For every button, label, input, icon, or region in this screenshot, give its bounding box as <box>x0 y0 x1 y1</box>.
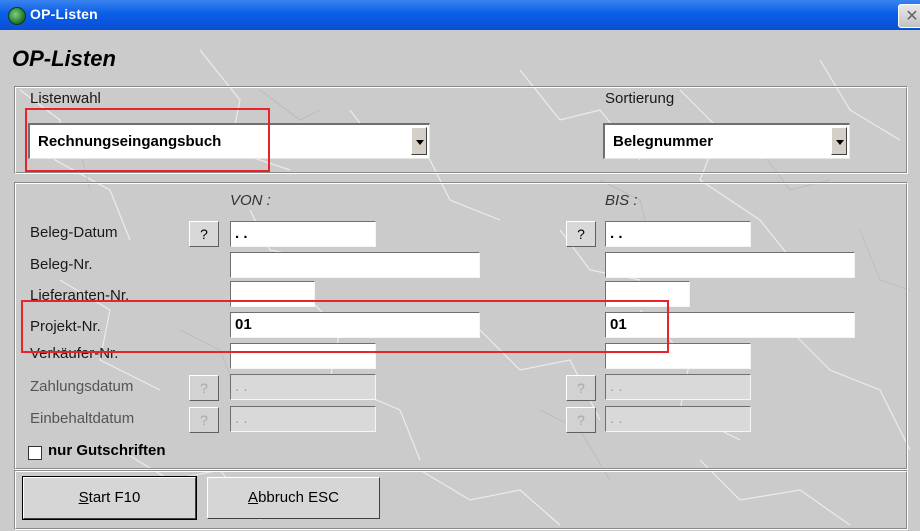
beleg-nr-bis-input[interactable] <box>605 252 855 278</box>
zahlungsdatum-von-input[interactable]: . . <box>230 374 376 400</box>
projekt-nr-bis-input[interactable]: 01 <box>605 312 855 338</box>
lieferanten-nr-von-input[interactable] <box>230 281 315 307</box>
sortierung-label: Sortierung <box>605 90 675 107</box>
verkaeufer-nr-label: Verkäufer-Nr. <box>30 345 119 362</box>
listenwahl-label: Listenwahl <box>30 90 101 107</box>
einbehaltdatum-label: Einbehaltdatum <box>30 410 135 427</box>
projekt-nr-von-input[interactable]: 01 <box>230 312 480 338</box>
beleg-datum-bis-help-button[interactable]: ? <box>566 221 596 247</box>
beleg-nr-von-input[interactable] <box>230 252 480 278</box>
close-icon[interactable]: ✕ <box>898 4 920 28</box>
verkaeufer-nr-bis-input[interactable] <box>605 343 751 369</box>
lieferanten-nr-bis-input[interactable] <box>605 281 690 307</box>
projekt-nr-label: Projekt-Nr. <box>30 318 101 335</box>
app-globe-icon <box>8 7 26 25</box>
chevron-down-icon[interactable] <box>411 127 427 155</box>
bis-header: BIS : <box>605 192 638 209</box>
von-header: VON : <box>230 192 271 209</box>
chevron-down-icon[interactable] <box>831 127 847 155</box>
abbruch-button[interactable]: Abbruch ESC <box>207 477 380 519</box>
zahlungsdatum-bis-input[interactable]: . . <box>605 374 751 400</box>
lieferanten-nr-label: Lieferanten-Nr. <box>30 287 130 304</box>
start-button[interactable]: Start F10 <box>22 476 197 520</box>
sortierung-dropdown[interactable]: Belegnummer <box>603 123 850 159</box>
zahlungsdatum-von-help-button[interactable]: ? <box>189 375 219 401</box>
page-title: OP-Listen <box>12 46 116 71</box>
verkaeufer-nr-von-input[interactable] <box>230 343 376 369</box>
nur-gutschriften-checkbox[interactable] <box>28 446 42 460</box>
zahlungsdatum-label: Zahlungsdatum <box>30 378 134 395</box>
listenwahl-dropdown[interactable]: Rechnungseingangsbuch <box>28 123 430 159</box>
listenwahl-value: Rechnungseingangsbuch <box>38 133 222 150</box>
title-bar[interactable]: OP-Listen ✕ <box>0 0 920 30</box>
beleg-datum-von-help-button[interactable]: ? <box>189 221 219 247</box>
einbehaltdatum-von-input[interactable]: . . <box>230 406 376 432</box>
sortierung-value: Belegnummer <box>613 133 714 150</box>
nur-gutschriften-label: nur Gutschriften <box>48 442 166 459</box>
einbehaltdatum-bis-input[interactable]: . . <box>605 406 751 432</box>
op-listen-window: OP-Listen ✕ OP-Listen Listenwahl Rechnun… <box>0 0 920 531</box>
beleg-datum-label: Beleg-Datum <box>30 224 118 241</box>
beleg-datum-bis-input[interactable]: . . <box>605 221 751 247</box>
einbehaltdatum-von-help-button[interactable]: ? <box>189 407 219 433</box>
einbehaltdatum-bis-help-button[interactable]: ? <box>566 407 596 433</box>
zahlungsdatum-bis-help-button[interactable]: ? <box>566 375 596 401</box>
window-title: OP-Listen <box>30 6 98 22</box>
beleg-datum-von-input[interactable]: . . <box>230 221 376 247</box>
beleg-nr-label: Beleg-Nr. <box>30 256 93 273</box>
